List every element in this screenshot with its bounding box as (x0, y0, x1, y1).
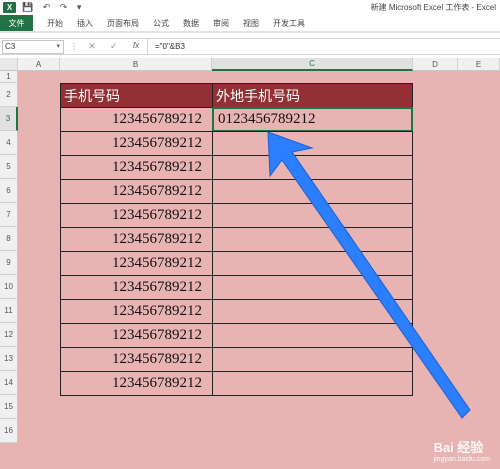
table-cell-b[interactable]: 123456789212 (60, 179, 213, 204)
table-cell-b[interactable]: 123456789212 (60, 203, 213, 228)
excel-logo-icon: X (3, 2, 16, 13)
cell-c2[interactable]: 外地手机号码 (212, 83, 413, 108)
cancel-icon[interactable]: ✕ (88, 41, 96, 52)
undo-icon[interactable]: ↶ (43, 2, 51, 12)
table-cell-b[interactable]: 123456789212 (60, 299, 213, 324)
tab-developer[interactable]: 开发工具 (273, 18, 305, 29)
column-header-e[interactable]: E (458, 58, 500, 71)
row-header[interactable]: 1 (0, 71, 18, 83)
row-header[interactable]: 9 (0, 251, 18, 275)
column-header-c[interactable]: C (212, 58, 413, 71)
grip-icon: ⋮ (70, 42, 78, 51)
table-cell-c[interactable] (212, 227, 413, 252)
name-box[interactable]: C3 ▾ (2, 40, 64, 54)
title-bar: X 💾 ↶ ↷ ▾ 新建 Microsoft Excel 工作表 - Excel (0, 0, 500, 15)
cell-b2[interactable]: 手机号码 (60, 83, 213, 108)
table-cell-b[interactable]: 123456789212 (60, 107, 213, 132)
table-cell-b[interactable]: 123456789212 (60, 155, 213, 180)
select-all-corner[interactable] (0, 58, 18, 71)
row-header[interactable]: 5 (0, 155, 18, 179)
chevron-down-icon[interactable]: ▾ (56, 41, 60, 53)
table-cell-b[interactable]: 123456789212 (60, 371, 213, 396)
tab-view[interactable]: 视图 (243, 18, 259, 29)
watermark-brand: Bai 经验 (433, 440, 484, 455)
table-cell-b[interactable]: 123456789212 (60, 347, 213, 372)
tab-file[interactable]: 文件 (0, 15, 33, 31)
row-header[interactable]: 4 (0, 131, 18, 155)
row-header[interactable]: 11 (0, 299, 18, 323)
row-header[interactable]: 6 (0, 179, 18, 203)
redo-icon[interactable]: ↷ (60, 2, 68, 12)
formula-bar: C3 ▾ ⋮ ✕ ✓ fx ="0"&B3 (0, 38, 500, 55)
enter-icon[interactable]: ✓ (110, 41, 118, 52)
table-cell-c[interactable] (212, 179, 413, 204)
table-cell-b[interactable]: 123456789212 (60, 251, 213, 276)
name-box-value: C3 (5, 42, 16, 51)
row-header[interactable]: 3 (0, 107, 18, 131)
table-cell-b[interactable]: 123456789212 (60, 323, 213, 348)
tab-page-layout[interactable]: 页面布局 (107, 18, 139, 29)
insert-function-icon[interactable]: fx (133, 41, 139, 50)
table-cell-c[interactable] (212, 203, 413, 228)
tab-formulas[interactable]: 公式 (153, 18, 169, 29)
save-icon[interactable]: 💾 (22, 2, 33, 12)
watermark-url: jingyan.baidu.com (433, 456, 490, 463)
table-cell-c[interactable] (212, 131, 413, 156)
row-header[interactable]: 2 (0, 83, 18, 107)
column-header-b[interactable]: B (60, 58, 212, 71)
row-header[interactable]: 14 (0, 371, 18, 395)
window-title: 新建 Microsoft Excel 工作表 - Excel (370, 3, 496, 12)
tab-review[interactable]: 审阅 (213, 18, 229, 29)
tab-data[interactable]: 数据 (183, 18, 199, 29)
tab-insert[interactable]: 插入 (77, 18, 93, 29)
formula-input[interactable]: ="0"&B3 (147, 39, 500, 54)
row-header[interactable]: 7 (0, 203, 18, 227)
row-header[interactable]: 10 (0, 275, 18, 299)
column-header-d[interactable]: D (413, 58, 458, 71)
table-cell-c[interactable] (212, 347, 413, 372)
ribbon-tabs: 文件 开始 插入 页面布局 公式 数据 审阅 视图 开发工具 (0, 15, 500, 31)
row-header[interactable]: 12 (0, 323, 18, 347)
row-header[interactable]: 15 (0, 395, 18, 419)
table-cell-c[interactable] (212, 323, 413, 348)
quick-access-toolbar: 💾 ↶ ↷ ▾ (22, 2, 88, 13)
baidu-watermark: Bai 经验 jingyan.baidu.com (434, 437, 490, 463)
row-header[interactable]: 13 (0, 347, 18, 371)
table-cell-c[interactable] (212, 275, 413, 300)
tab-home[interactable]: 开始 (47, 18, 63, 29)
ribbon-divider (0, 31, 500, 33)
active-cell-c3[interactable]: 0123456789212 (212, 107, 413, 132)
table-cell-b[interactable]: 123456789212 (60, 131, 213, 156)
table-cell-c[interactable] (212, 371, 413, 396)
table-cell-c[interactable] (212, 299, 413, 324)
table-cell-b[interactable]: 123456789212 (60, 275, 213, 300)
table-cell-c[interactable] (212, 251, 413, 276)
row-header[interactable]: 8 (0, 227, 18, 251)
table-cell-b[interactable]: 123456789212 (60, 227, 213, 252)
column-header-a[interactable]: A (18, 58, 60, 71)
table-cell-c[interactable] (212, 155, 413, 180)
row-header[interactable]: 16 (0, 419, 18, 443)
customize-qa-icon[interactable]: ▾ (77, 2, 82, 12)
